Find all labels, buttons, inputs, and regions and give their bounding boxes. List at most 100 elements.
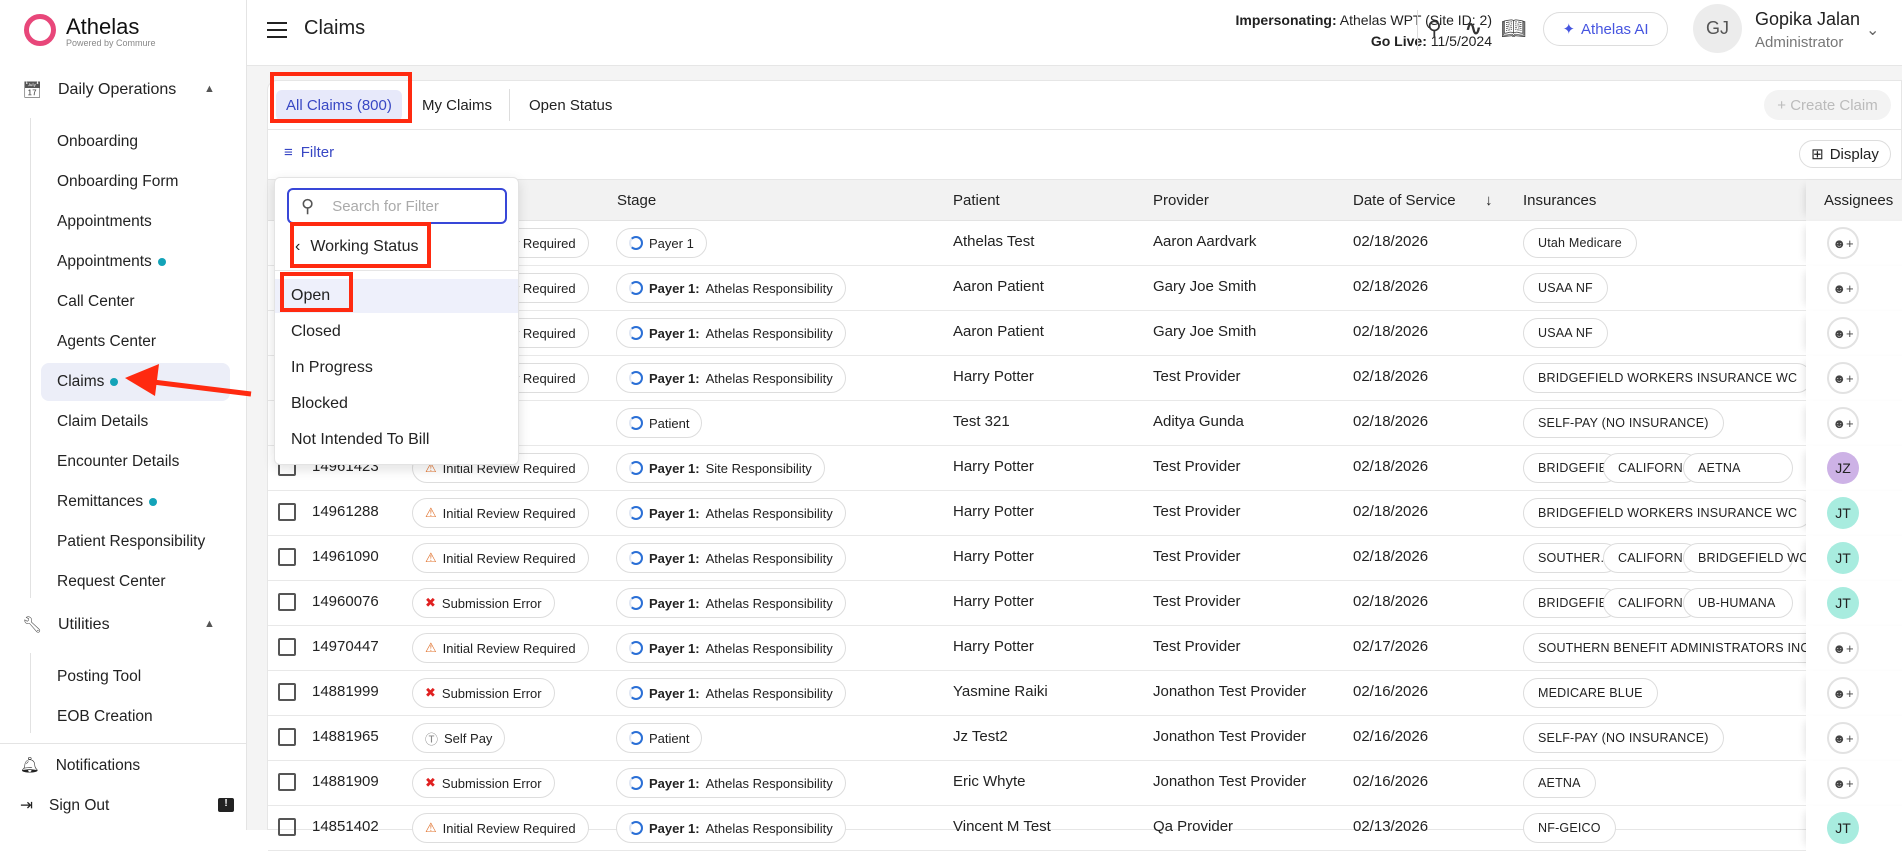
patient-name[interactable]: Aaron Patient — [953, 278, 1044, 295]
user-avatar[interactable]: GJ — [1693, 4, 1742, 53]
assignee-avatar[interactable]: JZ — [1827, 452, 1859, 484]
sidebar-item[interactable]: Encounter Details — [41, 443, 230, 481]
book-icon[interactable]: 📖︎ — [1501, 16, 1526, 41]
col-insurances[interactable]: Insurances — [1523, 192, 1596, 209]
row-checkbox[interactable] — [278, 638, 296, 656]
sidebar-item[interactable]: EOB Creation — [41, 698, 230, 736]
patient-name[interactable]: Test 321 — [953, 413, 1010, 430]
add-assignee-icon[interactable]: ☻+ — [1827, 227, 1859, 259]
add-assignee-icon[interactable]: ☻+ — [1827, 767, 1859, 799]
col-provider[interactable]: Provider — [1153, 192, 1209, 209]
table-row[interactable]: 14960076✖Submission ErrorPayer 1:Athelas… — [268, 581, 1901, 626]
sidebar-item[interactable]: Onboarding Form — [41, 163, 230, 201]
claim-id[interactable]: 14961090 — [312, 548, 379, 565]
table-row[interactable]: 14961090⚠Initial Review RequiredPayer 1:… — [268, 536, 1901, 581]
search-icon: ⚲ — [301, 196, 314, 217]
sidebar-item[interactable]: Remittances — [41, 483, 230, 521]
patient-name[interactable]: Harry Potter — [953, 503, 1034, 520]
table-row[interactable]: 14881999✖Submission ErrorPayer 1:Athelas… — [268, 671, 1901, 716]
row-checkbox[interactable] — [278, 818, 296, 836]
filter-option[interactable]: Blocked — [275, 387, 518, 421]
col-assignees[interactable]: Assignees — [1824, 192, 1893, 209]
claim-id[interactable]: 14970447 — [312, 638, 379, 655]
sign-out-link[interactable]: ⇥Sign Out — [20, 796, 109, 815]
sort-desc-icon[interactable]: ↓ — [1485, 192, 1493, 209]
table-row[interactable]: 14851402⚠Initial Review RequiredPayer 1:… — [268, 806, 1901, 851]
col-stage[interactable]: Stage — [617, 192, 656, 209]
patient-name[interactable]: Harry Potter — [953, 638, 1034, 655]
user-name: Gopika Jalan — [1755, 9, 1860, 30]
patient-name[interactable]: Jz Test2 — [953, 728, 1008, 745]
add-assignee-icon[interactable]: ☻+ — [1827, 722, 1859, 754]
assignee-avatar[interactable]: JT — [1827, 542, 1859, 574]
sidebar-item[interactable]: Request Center — [41, 563, 230, 601]
athelas-ai-button[interactable]: ✦Athelas AI — [1543, 12, 1668, 46]
claim-id[interactable]: 14881999 — [312, 683, 379, 700]
hamburger-menu-icon[interactable] — [267, 22, 287, 38]
sidebar-item[interactable]: Appointments — [41, 203, 230, 241]
sidebar-item[interactable]: Posting Tool — [41, 658, 230, 696]
sidebar-section-1[interactable]: 🔧︎Utilities — [22, 615, 110, 635]
row-checkbox[interactable] — [278, 503, 296, 521]
tab-open-status[interactable]: Open Status — [519, 90, 622, 121]
add-assignee-icon[interactable]: ☻+ — [1827, 407, 1859, 439]
add-assignee-icon[interactable]: ☻+ — [1827, 632, 1859, 664]
collapse-caret-icon[interactable]: ▲ — [204, 618, 215, 630]
row-checkbox[interactable] — [278, 548, 296, 566]
filter-search-input[interactable]: ⚲Search for Filter — [287, 188, 507, 224]
row-checkbox[interactable] — [278, 728, 296, 746]
add-assignee-icon[interactable]: ☻+ — [1827, 272, 1859, 304]
patient-name[interactable]: Athelas Test — [953, 233, 1034, 250]
table-row[interactable]: 14961288⚠Initial Review RequiredPayer 1:… — [268, 491, 1901, 536]
assignee-avatar[interactable]: JT — [1827, 497, 1859, 529]
sidebar-item[interactable]: Onboarding — [41, 123, 230, 161]
sidebar-item[interactable]: Agents Center — [41, 323, 230, 361]
table-row[interactable]: 14881909✖Submission ErrorPayer 1:Athelas… — [268, 761, 1901, 806]
table-row[interactable]: 14970447⚠Initial Review RequiredPayer 1:… — [268, 626, 1901, 671]
filter-option[interactable]: Not Intended To Bill — [275, 423, 518, 457]
tab-my-claims[interactable]: My Claims — [412, 90, 502, 121]
filter-option[interactable]: Closed — [275, 315, 518, 349]
add-assignee-icon[interactable]: ☻+ — [1827, 362, 1859, 394]
row-checkbox[interactable] — [278, 593, 296, 611]
patient-name[interactable]: Yasmine Raiki — [953, 683, 1048, 700]
assignee-avatar[interactable]: JT — [1827, 812, 1859, 844]
sidebar-item[interactable]: Appointments — [41, 243, 230, 281]
trend-chart-icon[interactable]: ∿ — [1465, 16, 1482, 41]
col-patient[interactable]: Patient — [953, 192, 1000, 209]
patient-name[interactable]: Aaron Patient — [953, 323, 1044, 340]
chevron-down-icon[interactable]: ⌄ — [1866, 20, 1879, 40]
collapse-caret-icon[interactable]: ▲ — [204, 83, 215, 95]
filter-option[interactable]: In Progress — [275, 351, 518, 385]
warning-icon: ⚠ — [425, 550, 437, 566]
add-assignee-icon[interactable]: ☻+ — [1827, 317, 1859, 349]
patient-name[interactable]: Harry Potter — [953, 548, 1034, 565]
claim-id[interactable]: 14881909 — [312, 773, 379, 790]
patient-name[interactable]: Harry Potter — [953, 368, 1034, 385]
feedback-icon[interactable]: ! — [218, 798, 234, 812]
search-icon[interactable]: ⚲ — [1427, 16, 1442, 41]
assignee-avatar[interactable]: JT — [1827, 587, 1859, 619]
claim-id[interactable]: 14961288 — [312, 503, 379, 520]
patient-name[interactable]: Vincent M Test — [953, 818, 1051, 835]
sidebar-item[interactable]: Claim Details — [41, 403, 230, 441]
col-date-of-service[interactable]: Date of Service — [1353, 192, 1456, 209]
row-checkbox[interactable] — [278, 683, 296, 701]
sidebar-item[interactable]: Call Center — [41, 283, 230, 321]
filter-button[interactable]: ≡Filter — [284, 144, 334, 161]
add-assignee-icon[interactable]: ☻+ — [1827, 677, 1859, 709]
claim-id[interactable]: 14881965 — [312, 728, 379, 745]
patient-name[interactable]: Harry Potter — [953, 593, 1034, 610]
notifications-link[interactable]: 🔔︎Notifications — [20, 756, 140, 775]
patient-name[interactable]: Harry Potter — [953, 458, 1034, 475]
sparkle-icon: ✦ — [1562, 20, 1575, 38]
create-claim-button[interactable]: + Create Claim — [1764, 90, 1891, 120]
claim-id[interactable]: 14851402 — [312, 818, 379, 835]
sidebar-item[interactable]: Patient Responsibility — [41, 523, 230, 561]
display-button[interactable]: ⊞Display — [1799, 140, 1891, 168]
patient-name[interactable]: Eric Whyte — [953, 773, 1026, 790]
table-row[interactable]: 14881965ⓉSelf PayPatientJz Test2Jonathon… — [268, 716, 1901, 761]
sidebar-section-0[interactable]: 📅︎Daily Operations — [22, 80, 176, 100]
claim-id[interactable]: 14960076 — [312, 593, 379, 610]
row-checkbox[interactable] — [278, 773, 296, 791]
